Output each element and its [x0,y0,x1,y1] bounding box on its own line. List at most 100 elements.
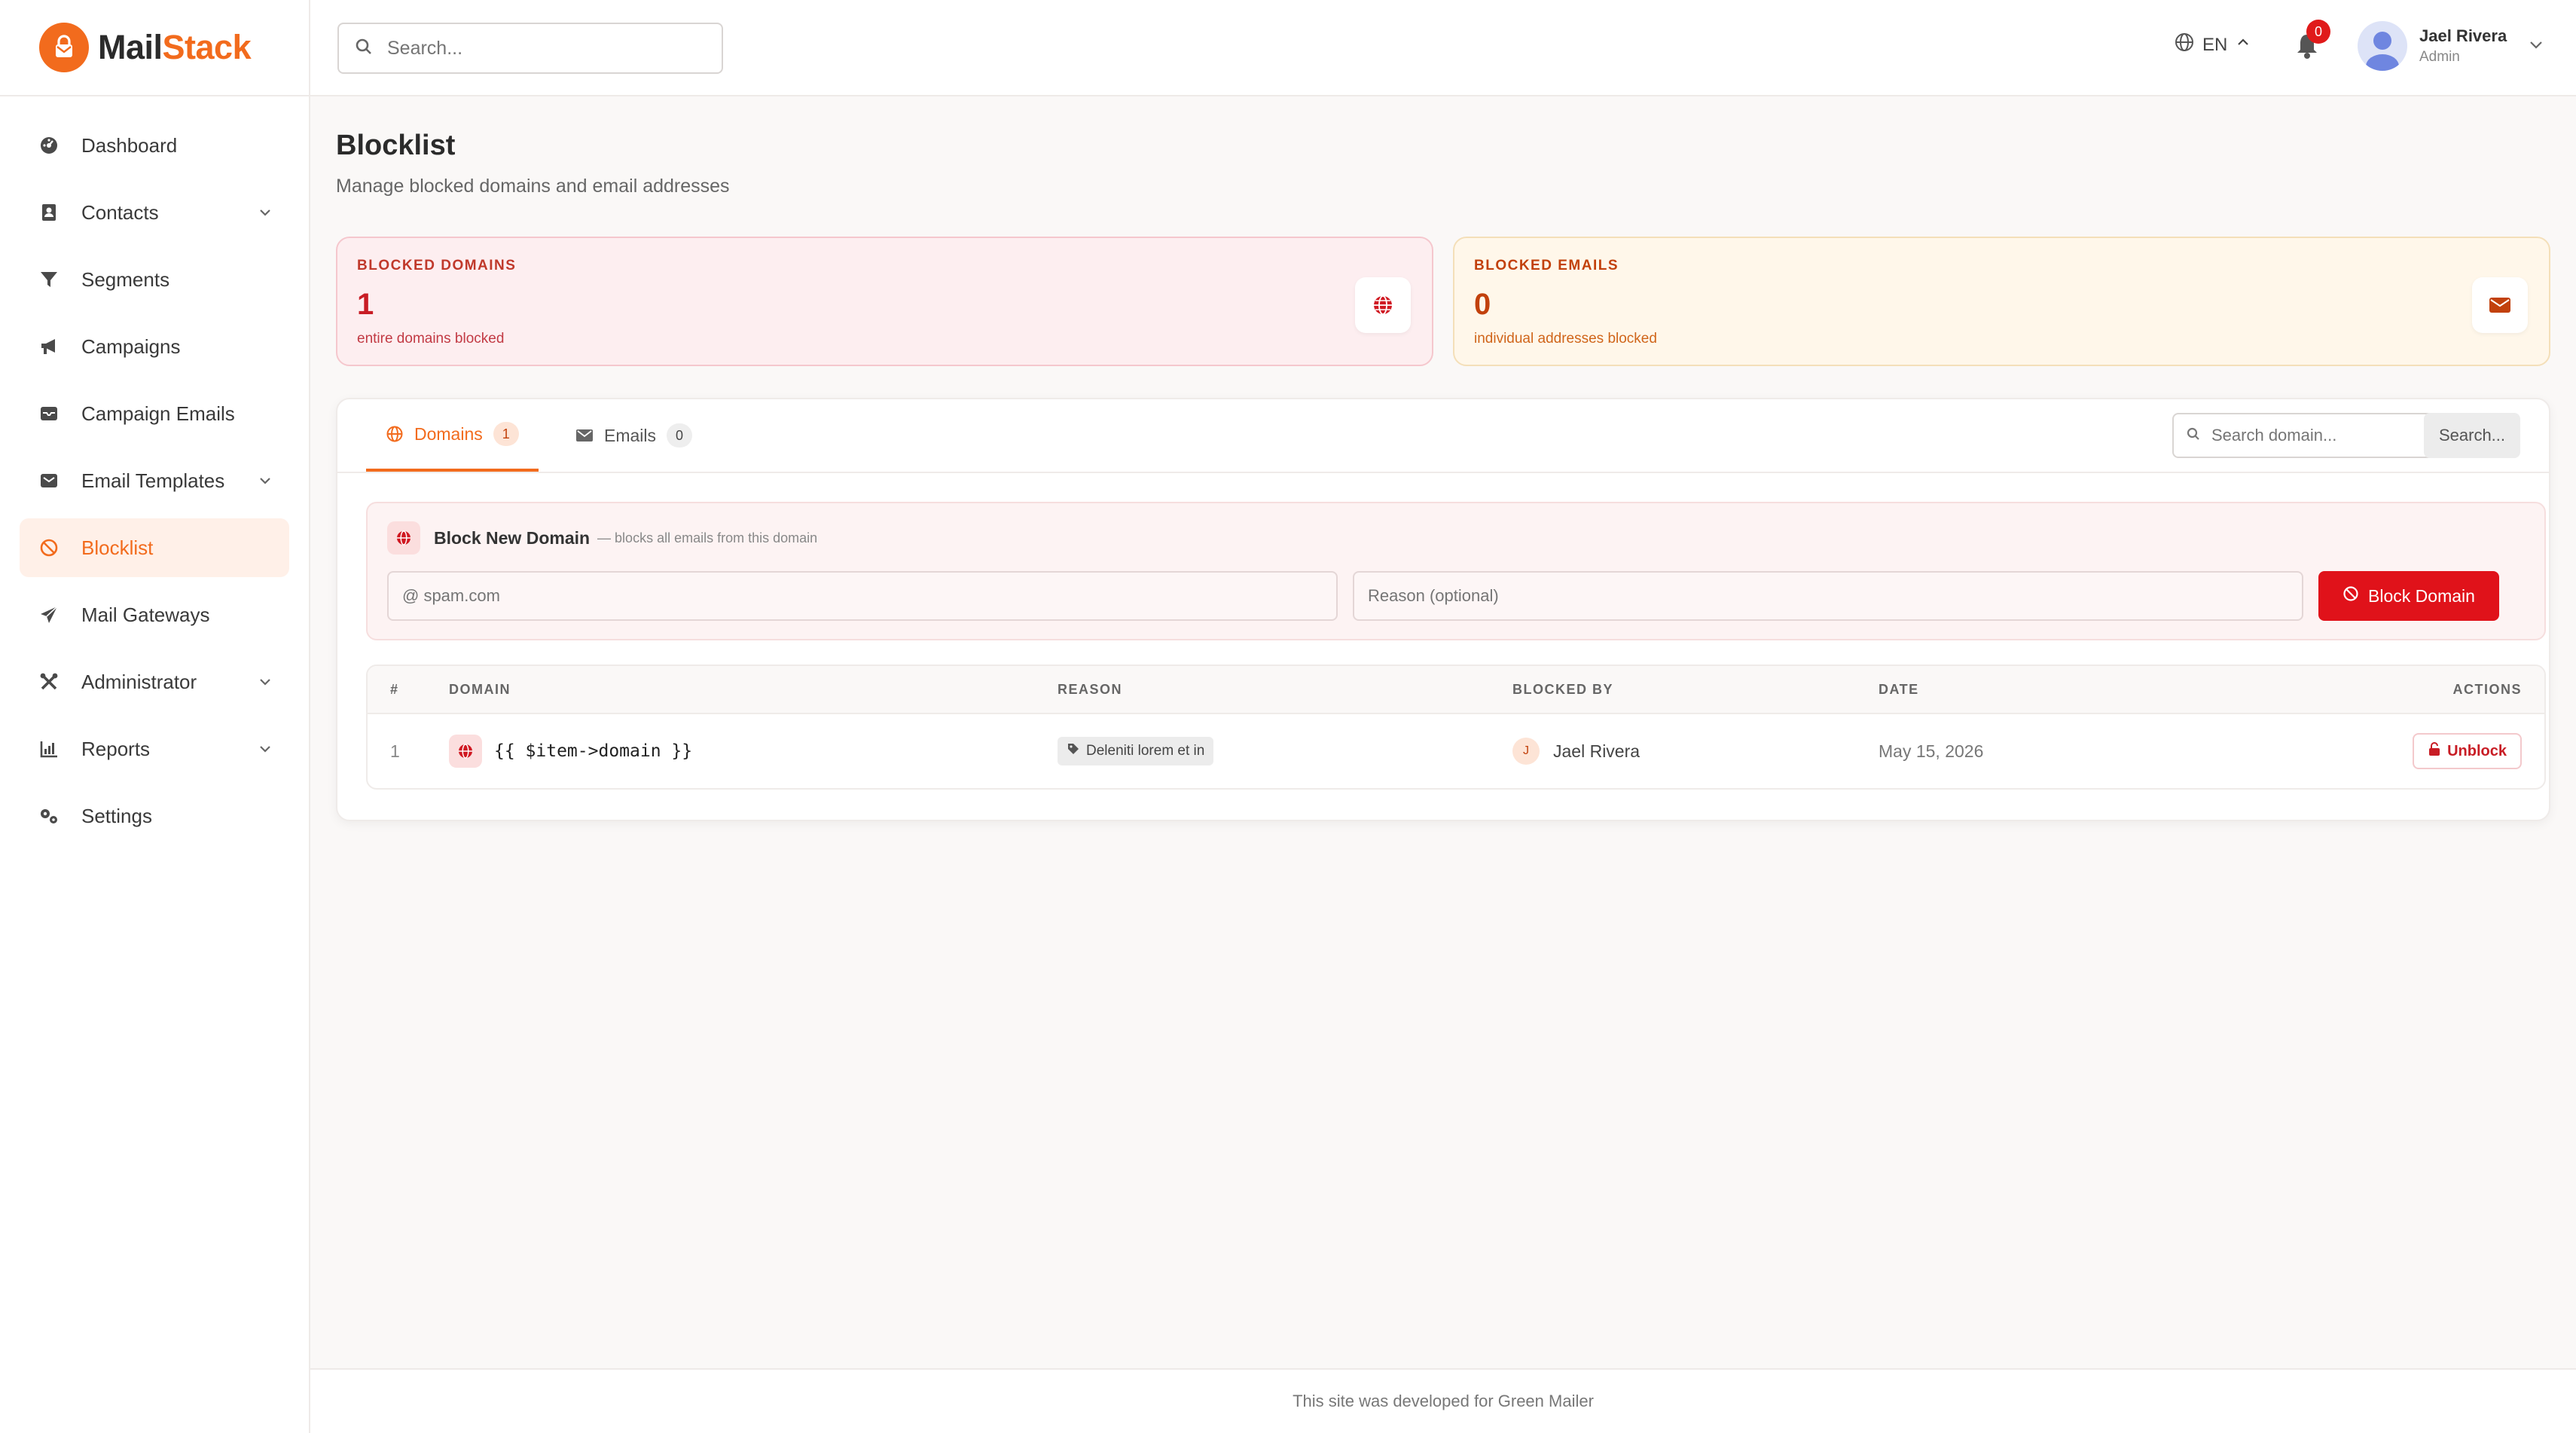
sidebar-item-label: Blocklist [81,536,154,559]
avatar [2358,21,2407,71]
ban-icon [2343,585,2359,607]
block-domain-button[interactable]: Block Domain [2318,571,2499,621]
block-form-title: Block New Domain [434,527,591,548]
sidebar-item-blocklist[interactable]: Blocklist [20,518,289,577]
unblock-button[interactable]: Unblock [2413,733,2522,769]
sidebar-item-settings[interactable]: Settings [20,787,289,845]
column-header-number: # [390,681,399,697]
footer: This site was developed for Green Mailer [310,1368,2576,1433]
ban-icon [38,536,60,559]
sidebar-item-mail-gateways[interactable]: Mail Gateways [20,585,289,644]
reason-tag: Deleniti lorem et in [1058,737,1214,765]
tab-count-badge: 1 [493,422,519,446]
globe-icon [386,425,404,443]
global-search-input[interactable] [387,37,704,60]
stat-value: 0 [1474,288,1491,321]
domain-search[interactable] [2172,413,2442,458]
table-row: 1 {{ $item->domain }} Deleniti lorem et … [368,714,2544,788]
reason-cell: Deleniti lorem et in [1058,714,1214,788]
tab-label: Emails [604,425,657,445]
search-icon [354,37,374,60]
domain-cell: {{ $item->domain }} [449,714,692,788]
language-selector[interactable]: EN [2174,32,2251,58]
tab-domains[interactable]: Domains 1 [366,399,539,472]
column-header-blocked-by: BLOCKED BY [1512,681,1614,697]
filter-icon [38,268,60,291]
envelope-icon [575,428,594,443]
domain-search-button[interactable]: Search... [2424,413,2520,458]
reason-input[interactable] [1353,571,2303,621]
inbox-icon [38,402,60,425]
top-header: EN 0 Jael Rivera Admin [310,0,2576,96]
column-header-actions: ACTIONS [2452,681,2522,697]
sidebar-item-label: Mail Gateways [81,603,210,626]
actions-cell: Unblock [2413,714,2522,788]
sidebar-item-contacts[interactable]: Contacts [20,183,289,242]
sidebar-nav: Dashboard Contacts Segments Campaigns Ca… [0,96,309,845]
bell-icon [2294,35,2320,63]
column-header-reason: REASON [1058,681,1123,697]
tag-icon [1067,742,1080,760]
chevron-down-icon [256,472,274,490]
sidebar-item-reports[interactable]: Reports [20,720,289,778]
tools-icon [38,671,60,693]
chart-icon [38,738,60,760]
page-title: Blocklist [336,130,456,161]
row-number: 1 [390,741,400,761]
template-icon [38,469,60,492]
sidebar-item-dashboard[interactable]: Dashboard [20,116,289,175]
contacts-icon [38,201,60,224]
sidebar-item-label: Dashboard [81,133,178,157]
blocked-domains-table: # DOMAIN REASON BLOCKED BY DATE ACTIONS … [366,665,2546,790]
domain-input[interactable] [387,571,1338,621]
sidebar-item-campaigns[interactable]: Campaigns [20,317,289,376]
domain-value: {{ $item->domain }} [494,741,693,761]
table-header: # DOMAIN REASON BLOCKED BY DATE ACTIONS [368,666,2544,714]
brand-name: MailStack [98,28,252,66]
avatar: J [1512,738,1540,765]
block-form-header: Block New Domain — blocks all emails fro… [387,521,817,555]
sidebar-item-label: Segments [81,267,170,291]
user-name: Jael Rivera [2419,26,2507,45]
domain-search-input[interactable] [2211,426,2430,445]
stat-description: individual addresses blocked [1474,331,1657,347]
language-label: EN [2202,34,2228,55]
sidebar-item-label: Contacts [81,200,159,224]
chevron-down-icon [256,740,274,758]
globe-icon [2174,32,2195,58]
block-form-note: — blocks all emails from this domain [597,530,818,545]
envelope-icon [2472,277,2528,333]
tab-bar: Domains 1 Emails 0 Search... [337,399,2549,473]
brand[interactable]: MailStack [0,0,309,96]
blocked-by-name: Jael Rivera [1553,741,1641,761]
block-domain-button-label: Block Domain [2368,585,2475,606]
sidebar: MailStack Dashboard Contacts Segments Ca… [0,0,310,1433]
sidebar-item-segments[interactable]: Segments [20,250,289,309]
sidebar-item-administrator[interactable]: Administrator [20,652,289,711]
megaphone-icon [38,335,60,358]
block-domain-form: Block New Domain — blocks all emails fro… [366,502,2546,640]
tab-count-badge: 0 [667,423,693,448]
stat-label: BLOCKED DOMAINS [357,258,517,273]
mailstack-logo-icon [39,23,89,72]
search-icon [2186,426,2201,445]
chevron-up-icon [2235,34,2251,56]
stat-label: BLOCKED EMAILS [1474,258,1619,273]
tab-emails[interactable]: Emails 0 [562,399,706,472]
paper-plane-icon [38,603,60,626]
unblock-button-label: Unblock [2447,742,2507,759]
sidebar-item-label: Campaigns [81,335,181,358]
user-menu[interactable]: Jael Rivera Admin [2358,21,2546,71]
sidebar-item-campaign-emails[interactable]: Campaign Emails [20,384,289,443]
chevron-down-icon [2526,35,2546,58]
globe-icon [1355,277,1411,333]
global-search[interactable] [337,23,723,74]
sidebar-item-label: Email Templates [81,469,225,492]
sidebar-item-label: Campaign Emails [81,402,235,425]
globe-icon [387,521,420,555]
sidebar-item-email-templates[interactable]: Email Templates [20,451,289,510]
main-content: Blocklist Manage blocked domains and ema… [336,96,2550,821]
notification-count-badge: 0 [2306,20,2330,44]
user-role: Admin [2419,49,2460,65]
globe-icon [449,735,482,768]
